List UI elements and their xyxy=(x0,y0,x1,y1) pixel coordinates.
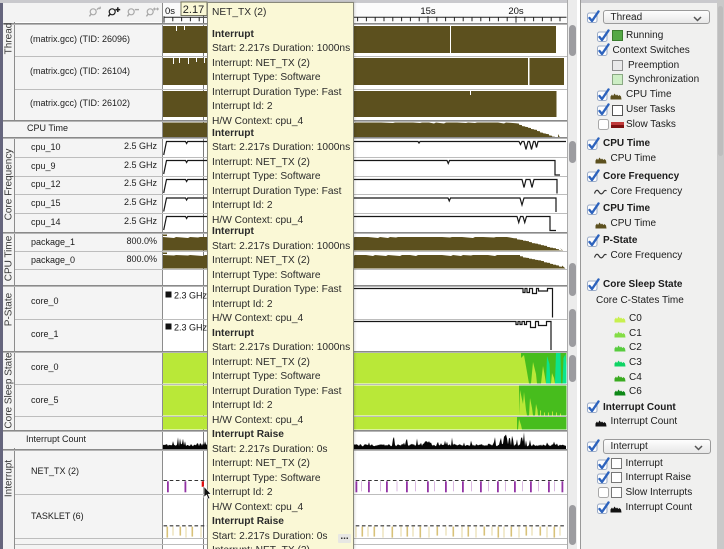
svg-text:2.3 GHz: 2.3 GHz xyxy=(174,291,208,301)
svg-text:2.3 GHz: 2.3 GHz xyxy=(174,323,208,333)
svg-text:0s: 0s xyxy=(165,6,175,17)
svg-text:20s: 20s xyxy=(508,6,524,17)
svg-text:15s: 15s xyxy=(420,6,436,17)
svg-text:2.17: 2.17 xyxy=(183,4,204,16)
